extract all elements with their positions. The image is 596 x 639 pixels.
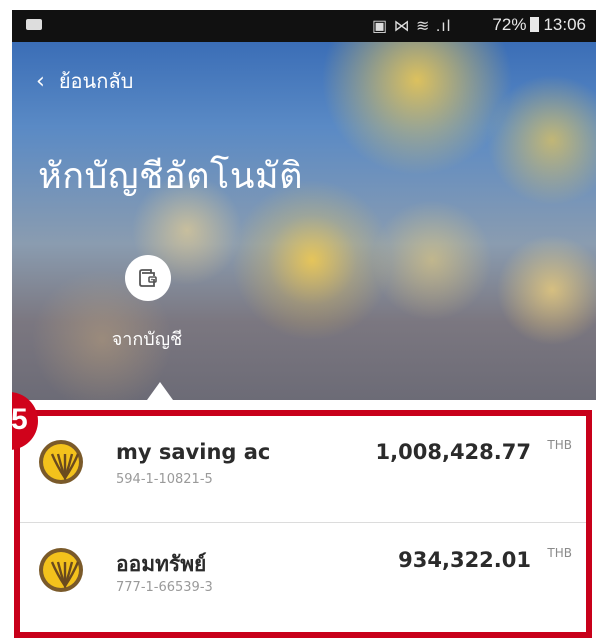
status-right: 72% 13:06 xyxy=(492,15,586,35)
status-bar: ▣ ⋈ ≋ .ıl 72% 13:06 xyxy=(12,10,596,42)
status-time: 13:06 xyxy=(543,15,586,34)
battery-icon xyxy=(530,17,540,32)
account-name: ออมทรัพย์ xyxy=(116,552,207,576)
currency-label: THB xyxy=(547,438,572,452)
account-number: 594-1-10821-5 xyxy=(116,472,213,487)
back-label: ย้อนกลับ xyxy=(58,69,134,93)
currency-label: THB xyxy=(547,546,572,560)
account-balance: 1,008,428.77 xyxy=(375,440,531,464)
from-account-button[interactable] xyxy=(125,255,171,301)
wallet-icon xyxy=(139,269,157,287)
selection-pointer xyxy=(147,382,173,400)
account-balance: 934,322.01 xyxy=(398,548,531,572)
camera-icon xyxy=(26,19,42,30)
battery-percent: 72% xyxy=(492,15,527,34)
page-title: หักบัญชีอัตโนมัติ xyxy=(38,156,304,197)
account-row[interactable]: my saving ac 594-1-10821-5 1,008,428.77 … xyxy=(20,416,586,523)
krungsri-logo-icon xyxy=(39,440,83,484)
back-button[interactable]: ‹ ย้อนกลับ xyxy=(36,65,133,97)
account-list: my saving ac 594-1-10821-5 1,008,428.77 … xyxy=(14,410,592,638)
status-icons: ▣ ⋈ ≋ .ıl xyxy=(372,18,452,35)
from-account-label: จากบัญชี xyxy=(111,329,183,350)
app-screen: ▣ ⋈ ≋ .ıl 72% 13:06 ‹ ย้อนกลับ หักบัญชีอัต… xyxy=(12,10,596,639)
krungsri-logo-icon xyxy=(39,548,83,592)
chevron-left-icon: ‹ xyxy=(36,69,45,94)
account-name: my saving ac xyxy=(116,440,271,464)
step-number: 5 xyxy=(12,403,28,436)
account-number: 777-1-66539-3 xyxy=(116,580,213,595)
account-row[interactable]: ออมทรัพย์ 777-1-66539-3 934,322.01 THB xyxy=(20,524,586,630)
